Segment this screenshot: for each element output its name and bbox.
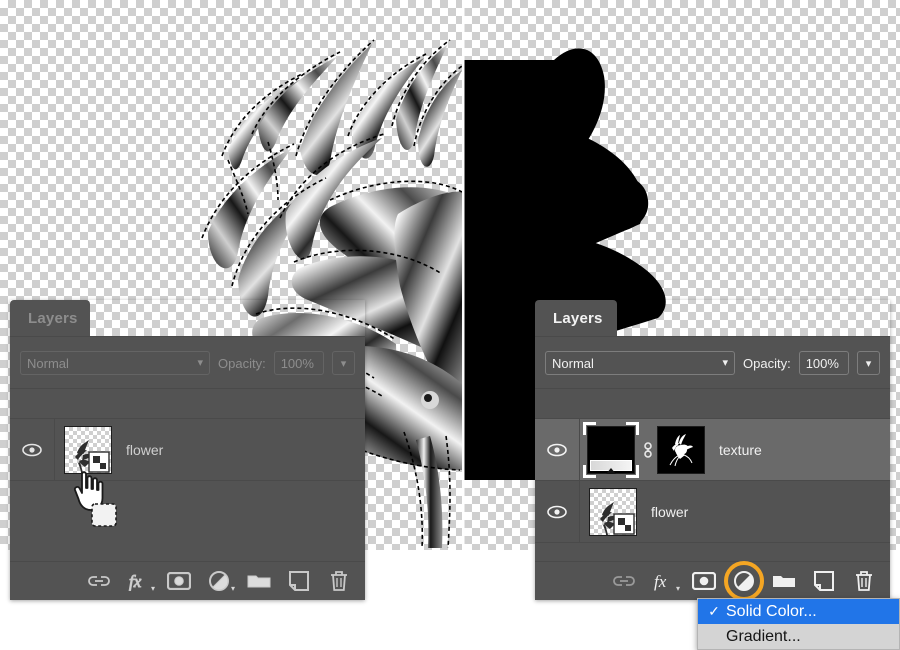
- layer-visibility-toggle[interactable]: [10, 443, 54, 457]
- highlight-ring: [724, 561, 764, 601]
- trash-icon: [331, 571, 347, 591]
- delete-layer-button[interactable]: [319, 562, 359, 600]
- split-line: [462, 0, 465, 550]
- blend-mode-select[interactable]: Normal ▾: [20, 351, 210, 375]
- trash-icon: [856, 571, 872, 591]
- chevron-down-icon: ▾: [150, 584, 155, 593]
- adjustment-layer-button[interactable]: [724, 561, 764, 601]
- opacity-chevron-down-icon[interactable]: ▾: [856, 351, 880, 375]
- chain-link-icon: [644, 441, 652, 458]
- eye-icon: [547, 443, 567, 456]
- new-group-button[interactable]: [239, 562, 279, 600]
- chain-link-icon: [88, 576, 110, 586]
- mask-link-toggle[interactable]: [639, 440, 657, 460]
- chevron-down-icon: ▾: [230, 584, 235, 593]
- blend-mode-value: Normal: [27, 355, 69, 371]
- layers-toolbar-left[interactable]: fx ▾ ▾: [10, 561, 365, 600]
- panel-body-right: Normal ▾ Opacity: 100% ▾ texture flower …: [535, 336, 890, 601]
- layers-panel-right[interactable]: Layers Normal ▾ Opacity: 100% ▾ texture …: [535, 300, 890, 601]
- layer-style-button[interactable]: fx ▾: [644, 562, 684, 600]
- opacity-value: 100%: [805, 355, 839, 371]
- blend-mode-select[interactable]: Normal ▾: [545, 351, 735, 375]
- panel-tab-label: Layers: [553, 309, 603, 327]
- adjustment-circle-icon: [209, 571, 229, 591]
- layer-mask-thumbnail-texture[interactable]: [657, 425, 705, 474]
- opacity-chevron-down-icon[interactable]: ▾: [331, 351, 355, 375]
- mask-icon: [167, 572, 191, 590]
- layer-name-flower[interactable]: flower: [112, 442, 163, 458]
- layer-mask-button[interactable]: [684, 562, 724, 600]
- panel-tab-layers-right[interactable]: Layers: [535, 300, 617, 336]
- thumbnail-flower-art: [75, 439, 110, 473]
- layer-row-flower[interactable]: flower: [535, 481, 890, 543]
- svg-text:fx: fx: [654, 572, 667, 591]
- blend-mode-value: Normal: [552, 355, 594, 371]
- panel-tab-label: Layers: [28, 309, 78, 327]
- new-layer-button[interactable]: [279, 562, 319, 600]
- layer-name-flower[interactable]: flower: [637, 504, 688, 520]
- layer-name-texture[interactable]: texture: [705, 442, 762, 458]
- opacity-label: Opacity:: [218, 355, 266, 371]
- svg-text:fx: fx: [129, 572, 142, 591]
- menu-item-solid-color[interactable]: ✓ Solid Color...: [698, 599, 899, 624]
- layer-mask-button[interactable]: [159, 562, 199, 600]
- new-layer-button[interactable]: [804, 562, 844, 600]
- folder-icon: [773, 576, 795, 587]
- panel-tab-layers-left[interactable]: Layers: [10, 300, 90, 336]
- mask-icon: [692, 572, 716, 590]
- screenshot-root: Layers Normal ▾ Opacity: 100% ▾ flower f…: [0, 0, 900, 650]
- layer-thumbnail-flower[interactable]: [589, 487, 637, 536]
- eye-icon: [547, 505, 567, 518]
- layer-thumbnail-adjustment[interactable]: [583, 421, 639, 478]
- panel-body-left: Normal ▾ Opacity: 100% ▾ flower fx ▾ ▾: [10, 336, 365, 600]
- new-group-button[interactable]: [764, 562, 804, 600]
- fx-icon: fx: [654, 572, 667, 591]
- new-layer-icon: [289, 571, 309, 591]
- folder-icon: [247, 575, 271, 588]
- layers-panel-left[interactable]: Layers Normal ▾ Opacity: 100% ▾ flower f…: [10, 300, 365, 600]
- layer-style-button[interactable]: fx ▾: [119, 562, 159, 600]
- fill-adjustment-context-menu[interactable]: ✓ Solid Color... Gradient...: [697, 598, 900, 650]
- thumbnail-flower-art: [600, 501, 635, 535]
- chevron-down-icon: ▾: [675, 584, 680, 593]
- opacity-input[interactable]: 100%: [273, 351, 324, 375]
- menu-item-gradient[interactable]: Gradient...: [698, 624, 899, 649]
- menu-item-label: Gradient...: [726, 627, 801, 645]
- blend-opacity-row-left: Normal ▾ Opacity: 100% ▾: [10, 344, 365, 382]
- new-layer-icon: [814, 571, 834, 591]
- adjustment-layer-button[interactable]: ▾: [199, 562, 239, 600]
- chain-link-icon: [613, 576, 635, 586]
- layer-thumbnail-flower[interactable]: [64, 425, 112, 474]
- link-layers-button[interactable]: [604, 562, 644, 600]
- link-layers-button[interactable]: [79, 562, 119, 600]
- check-icon: ✓: [708, 603, 720, 619]
- layer-visibility-toggle[interactable]: [535, 505, 579, 519]
- layer-visibility-toggle[interactable]: [535, 443, 579, 457]
- layer-row-texture[interactable]: texture: [535, 419, 890, 481]
- delete-layer-button[interactable]: [844, 562, 884, 600]
- opacity-label: Opacity:: [743, 355, 791, 371]
- layers-toolbar-right[interactable]: fx ▾: [535, 561, 890, 601]
- chevron-down-icon: ▾: [197, 356, 203, 369]
- layer-row-flower[interactable]: flower: [10, 419, 365, 481]
- opacity-value: 100%: [280, 355, 314, 371]
- chevron-down-icon: ▾: [722, 356, 728, 369]
- menu-item-label: Solid Color...: [726, 602, 817, 620]
- layers-list-right[interactable]: texture flower: [535, 419, 890, 562]
- opacity-input[interactable]: 100%: [798, 351, 849, 375]
- blend-opacity-row-right: Normal ▾ Opacity: 100% ▾: [535, 344, 890, 382]
- mask-thumbnail-art: [669, 433, 693, 466]
- layers-list-left[interactable]: flower: [10, 419, 365, 562]
- eye-icon: [22, 443, 42, 456]
- fx-icon: fx: [129, 572, 143, 592]
